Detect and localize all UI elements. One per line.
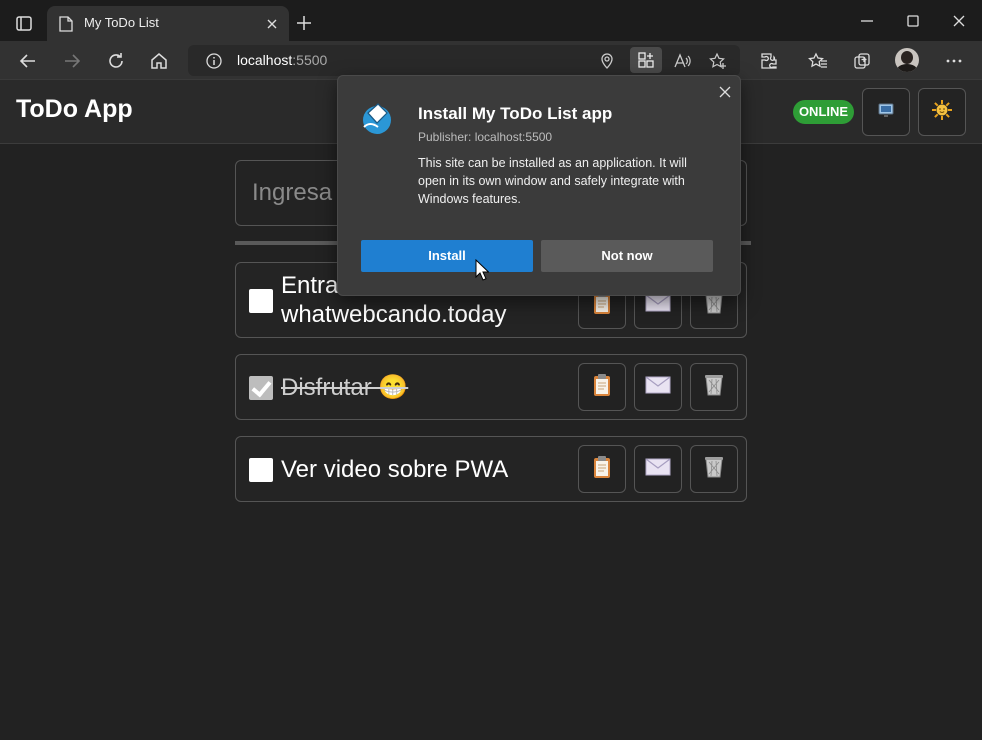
more-options-icon[interactable] [942,49,966,73]
refresh-icon[interactable] [104,49,128,73]
site-info-icon[interactable] [206,53,222,69]
app-available-icon[interactable] [630,47,662,73]
theme-toggle-button[interactable] [918,88,966,136]
install-button[interactable]: Install [361,240,533,272]
dialog-publisher: Publisher: localhost:5500 [418,130,553,144]
profile-avatar[interactable] [895,48,919,72]
read-aloud-icon[interactable] [671,50,693,72]
dialog-description: This site can be installed as an applica… [418,156,687,206]
trash-icon [703,373,725,401]
location-icon[interactable] [596,50,618,72]
favorites-icon[interactable] [806,49,830,73]
install-app-dialog: Install My ToDo List app Publisher: loca… [337,75,741,296]
sun-icon [931,99,953,125]
delete-button[interactable] [690,445,738,493]
envelope-icon [645,457,671,481]
app-icon [360,101,394,135]
address-bar[interactable]: localhost:5500 [188,45,740,76]
tab-strip: My ToDo List [0,0,982,41]
todo-checkbox[interactable] [249,289,273,313]
mouse-cursor-icon [475,258,490,281]
cast-button[interactable] [862,88,910,136]
new-tab-icon[interactable] [295,14,313,32]
delete-button[interactable] [690,363,738,411]
todo-item: Ver video sobre PWA [235,436,747,502]
back-icon[interactable] [16,49,40,73]
clipboard-icon [591,373,613,401]
browser-window: My ToDo List localhost:5500 ToDo App ONL… [0,0,982,740]
tab-actions-icon[interactable] [10,12,38,36]
tab-title: My ToDo List [84,15,159,30]
close-window-icon[interactable] [950,12,968,30]
tab-my-todo-list[interactable]: My ToDo List [47,6,289,41]
todo-checkbox[interactable] [249,458,273,482]
address-port: :5500 [292,52,328,68]
close-dialog-icon[interactable] [718,84,732,98]
todo-item: Disfrutar 😁 [235,354,747,420]
minimize-icon[interactable] [858,12,876,30]
add-favorite-icon[interactable] [707,50,729,72]
clipboard-icon [591,455,613,483]
trash-icon [703,455,725,483]
dialog-title: Install My ToDo List app [418,104,613,123]
todo-text: Disfrutar 😁 [281,374,409,401]
email-button[interactable] [634,363,682,411]
forward-icon[interactable] [60,49,84,73]
home-icon[interactable] [147,49,171,73]
address-text: localhost:5500 [237,52,327,68]
copy-button[interactable] [578,363,626,411]
close-tab-icon[interactable] [265,16,279,30]
extensions-icon[interactable] [757,49,781,73]
todo-text-line: whatwebcando.today [281,301,507,328]
app-title: ToDo App [16,95,133,123]
email-button[interactable] [634,445,682,493]
todo-text: Ver video sobre PWA [281,456,509,483]
screen-icon [876,100,896,124]
not-now-button[interactable]: Not now [541,240,713,272]
todo-checkbox[interactable] [249,376,273,400]
status-badge: ONLINE [793,100,854,124]
envelope-icon [645,293,671,317]
address-host: localhost [237,52,293,68]
copy-button[interactable] [578,445,626,493]
collections-icon[interactable] [850,49,874,73]
page-icon [59,16,73,32]
envelope-icon [645,375,671,399]
maximize-icon[interactable] [904,12,922,30]
